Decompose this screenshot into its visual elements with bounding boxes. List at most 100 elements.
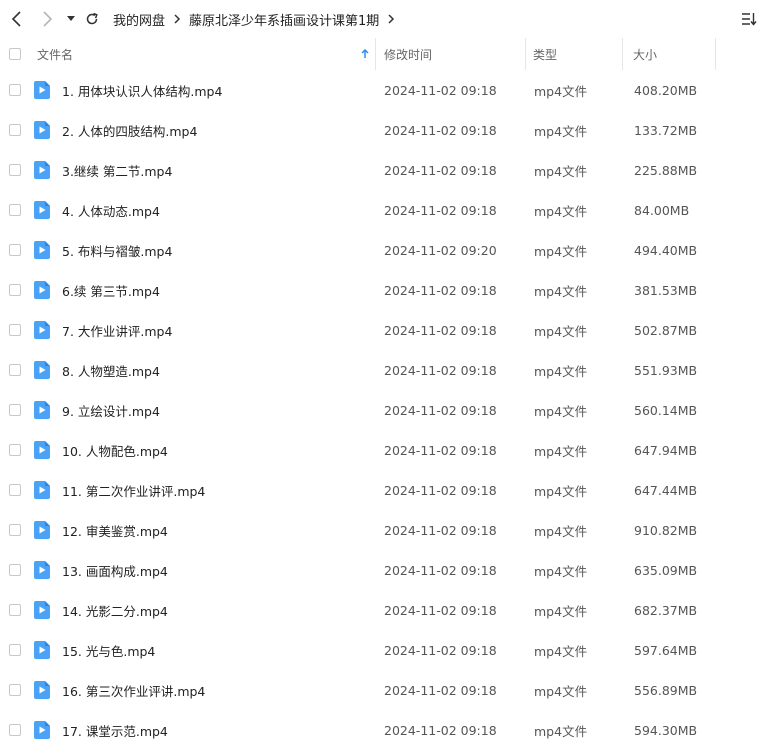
file-row[interactable]: 16. 第三次作业评讲.mp4 2024-11-02 09:18 mp4文件 556.… <box>0 670 766 710</box>
row-checkbox[interactable] <box>9 390 23 430</box>
refresh-button[interactable] <box>81 0 103 38</box>
file-type: mp4文件 <box>534 403 588 419</box>
file-name[interactable]: 12. 审美鉴赏.mp4 <box>62 510 372 550</box>
file-row[interactable]: 6.续 第三节.mp4 2024-11-02 09:18 mp4文件 381.53MB <box>0 270 766 310</box>
video-file-icon <box>34 630 52 670</box>
file-name[interactable]: 11. 第二次作业讲评.mp4 <box>62 470 372 510</box>
refresh-icon <box>86 12 98 25</box>
checkbox <box>9 84 21 96</box>
file-row[interactable]: 2. 人体的四肢结构.mp4 2024-11-02 09:18 mp4文件 133.7… <box>0 110 766 150</box>
checkbox <box>9 524 21 536</box>
column-header-size[interactable]: 大小 <box>623 38 716 70</box>
checkbox <box>9 204 21 216</box>
row-checkbox[interactable] <box>9 670 23 710</box>
file-modified-time: 2024-11-02 09:18 <box>384 82 497 98</box>
video-file-icon <box>34 710 52 750</box>
breadcrumb-current-folder[interactable]: 藤原北泽少年系插画设计课第1期 <box>189 10 379 29</box>
row-checkbox[interactable] <box>9 350 23 390</box>
file-size: 635.09MB <box>634 562 698 578</box>
column-header-type[interactable]: 类型 <box>526 38 623 70</box>
file-list: 1. 用体块认识人体结构.mp4 2024-11-02 09:18 mp4文件 408… <box>0 70 766 750</box>
file-name[interactable]: 9. 立绘设计.mp4 <box>62 390 372 430</box>
file-name[interactable]: 7. 大作业讲评.mp4 <box>62 310 372 350</box>
row-checkbox[interactable] <box>9 630 23 670</box>
row-checkbox[interactable] <box>9 190 23 230</box>
sort-menu-button[interactable] <box>738 0 760 38</box>
select-all-checkbox[interactable] <box>9 38 23 70</box>
file-row[interactable]: 4. 人体动态.mp4 2024-11-02 09:18 mp4文件 84.00MB <box>0 190 766 230</box>
file-row[interactable]: 8. 人物塑造.mp4 2024-11-02 09:18 mp4文件 551.93MB <box>0 350 766 390</box>
file-modified-time: 2024-11-02 09:18 <box>384 522 497 538</box>
row-checkbox[interactable] <box>9 430 23 470</box>
file-name[interactable]: 14. 光影二分.mp4 <box>62 590 372 630</box>
file-type: mp4文件 <box>534 563 588 579</box>
forward-button[interactable] <box>36 0 58 38</box>
file-row[interactable]: 14. 光影二分.mp4 2024-11-02 09:18 mp4文件 682.37M… <box>0 590 766 630</box>
file-modified-time: 2024-11-02 09:18 <box>384 482 497 498</box>
file-type: mp4文件 <box>534 323 588 339</box>
column-modified-label: 修改时间 <box>384 47 433 62</box>
file-name[interactable]: 5. 布料与褶皱.mp4 <box>62 230 372 270</box>
row-checkbox[interactable] <box>9 70 23 110</box>
file-name[interactable]: 6.续 第三节.mp4 <box>62 270 372 310</box>
row-checkbox[interactable] <box>9 470 23 510</box>
row-checkbox[interactable] <box>9 230 23 270</box>
row-checkbox[interactable] <box>9 270 23 310</box>
column-header: 文件名 修改时间 类型 大小 <box>0 38 766 70</box>
file-name[interactable]: 17. 课堂示范.mp4 <box>62 710 372 750</box>
file-modified-time: 2024-11-02 09:18 <box>384 442 497 458</box>
file-name[interactable]: 1. 用体块认识人体结构.mp4 <box>62 70 372 110</box>
file-name[interactable]: 2. 人体的四肢结构.mp4 <box>62 110 372 150</box>
file-row[interactable]: 17. 课堂示范.mp4 2024-11-02 09:18 mp4文件 594.30M… <box>0 710 766 750</box>
history-dropdown-button[interactable] <box>64 0 78 38</box>
video-file-icon <box>34 390 52 430</box>
row-checkbox[interactable] <box>9 590 23 630</box>
file-type: mp4文件 <box>534 523 588 539</box>
file-row[interactable]: 1. 用体块认识人体结构.mp4 2024-11-02 09:18 mp4文件 408… <box>0 70 766 110</box>
row-checkbox[interactable] <box>9 150 23 190</box>
toolbar: 我的网盘 藤原北泽少年系插画设计课第1期 <box>0 0 766 38</box>
file-size: 556.89MB <box>634 682 698 698</box>
file-row[interactable]: 11. 第二次作业讲评.mp4 2024-11-02 09:18 mp4文件 647.… <box>0 470 766 510</box>
video-file-icon <box>34 510 52 550</box>
file-modified-time: 2024-11-02 09:18 <box>384 362 497 378</box>
breadcrumb-root[interactable]: 我的网盘 <box>113 10 165 29</box>
row-checkbox[interactable] <box>9 110 23 150</box>
breadcrumb-expand-button[interactable] <box>379 14 403 24</box>
file-row[interactable]: 7. 大作业讲评.mp4 2024-11-02 09:18 mp4文件 502.87M… <box>0 310 766 350</box>
breadcrumb: 我的网盘 藤原北泽少年系插画设计课第1期 <box>113 0 403 38</box>
video-file-icon <box>34 230 52 270</box>
row-checkbox[interactable] <box>9 310 23 350</box>
file-size: 494.40MB <box>634 242 698 258</box>
file-row[interactable]: 10. 人物配色.mp4 2024-11-02 09:18 mp4文件 647.94M… <box>0 430 766 470</box>
file-row[interactable]: 5. 布料与褶皱.mp4 2024-11-02 09:20 mp4文件 494.40M… <box>0 230 766 270</box>
caret-down-icon <box>67 16 75 21</box>
file-row[interactable]: 12. 审美鉴赏.mp4 2024-11-02 09:18 mp4文件 910.82M… <box>0 510 766 550</box>
column-header-modified[interactable]: 修改时间 <box>376 38 526 70</box>
file-name[interactable]: 15. 光与色.mp4 <box>62 630 372 670</box>
file-name[interactable]: 13. 画面构成.mp4 <box>62 550 372 590</box>
row-checkbox[interactable] <box>9 710 23 750</box>
file-row[interactable]: 15. 光与色.mp4 2024-11-02 09:18 mp4文件 597.64MB <box>0 630 766 670</box>
file-modified-time: 2024-11-02 09:18 <box>384 162 497 178</box>
file-name[interactable]: 8. 人物塑造.mp4 <box>62 350 372 390</box>
file-name[interactable]: 4. 人体动态.mp4 <box>62 190 372 230</box>
file-name[interactable]: 16. 第三次作业评讲.mp4 <box>62 670 372 710</box>
checkbox <box>9 124 21 136</box>
file-row[interactable]: 9. 立绘设计.mp4 2024-11-02 09:18 mp4文件 560.14MB <box>0 390 766 430</box>
file-row[interactable]: 3.继续 第二节.mp4 2024-11-02 09:18 mp4文件 225.88M… <box>0 150 766 190</box>
file-row[interactable]: 13. 画面构成.mp4 2024-11-02 09:18 mp4文件 635.09M… <box>0 550 766 590</box>
file-modified-time: 2024-11-02 09:18 <box>384 682 497 698</box>
file-name[interactable]: 3.继续 第二节.mp4 <box>62 150 372 190</box>
row-checkbox[interactable] <box>9 510 23 550</box>
back-button[interactable] <box>6 0 28 38</box>
file-type: mp4文件 <box>534 363 588 379</box>
file-modified-time: 2024-11-02 09:20 <box>384 242 497 258</box>
file-size: 682.37MB <box>634 602 698 618</box>
column-header-name[interactable]: 文件名 <box>37 38 376 70</box>
video-file-icon <box>34 590 52 630</box>
file-modified-time: 2024-11-02 09:18 <box>384 202 497 218</box>
file-name[interactable]: 10. 人物配色.mp4 <box>62 430 372 470</box>
row-checkbox[interactable] <box>9 550 23 590</box>
chevron-right-icon <box>43 11 53 27</box>
